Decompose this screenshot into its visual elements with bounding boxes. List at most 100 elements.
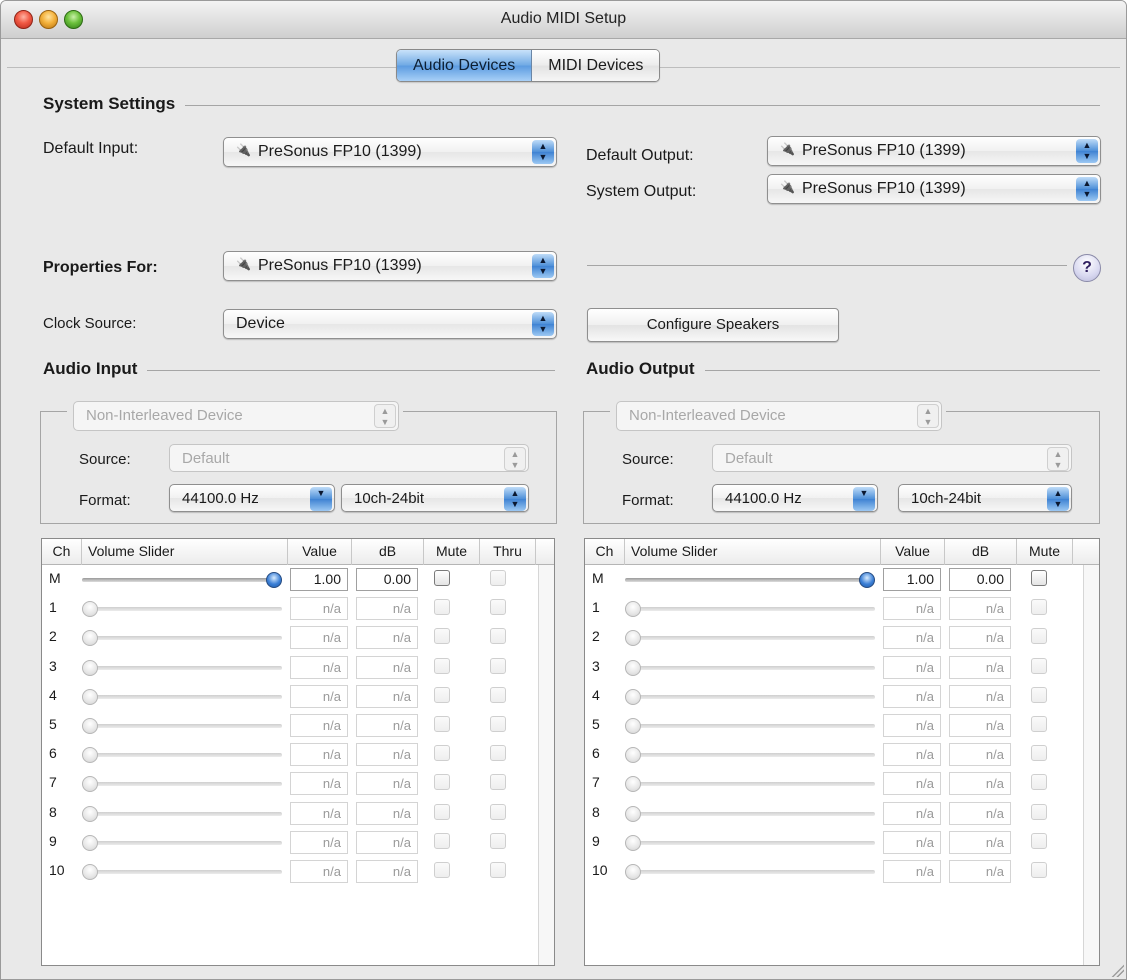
table-row: 9 n/a n/a xyxy=(585,828,1099,857)
slider-knob[interactable] xyxy=(266,572,282,588)
column-db[interactable]: dB xyxy=(352,539,424,565)
default-output-popup[interactable]: 🔌 PreSonus FP10 (1399) ▲ ▼ xyxy=(767,136,1101,166)
output-bits-popup[interactable]: 10ch-24bit ▲ ▼ xyxy=(898,484,1072,512)
volume-slider[interactable] xyxy=(625,805,875,822)
slider-knob[interactable] xyxy=(625,864,641,880)
volume-slider[interactable] xyxy=(82,572,282,588)
column-ch[interactable]: Ch xyxy=(42,539,82,565)
table-row: 1 n/a n/a xyxy=(585,594,1099,623)
input-mode-popup[interactable]: Non-Interleaved Device ▲ ▼ xyxy=(73,401,399,431)
slider-knob[interactable] xyxy=(82,718,98,734)
value-field: n/a xyxy=(883,801,941,825)
slider-knob[interactable] xyxy=(625,834,641,851)
value-field[interactable]: 1.00 xyxy=(883,568,941,591)
value-field[interactable]: 1.00 xyxy=(290,568,348,591)
volume-slider[interactable] xyxy=(82,601,282,618)
db-field[interactable]: 0.00 xyxy=(949,568,1011,591)
volume-slider[interactable] xyxy=(82,834,282,851)
resize-grip-icon[interactable] xyxy=(1110,963,1124,977)
table-row: 3 n/a n/a xyxy=(585,653,1099,682)
mute-checkbox[interactable] xyxy=(434,570,450,586)
slider-knob[interactable] xyxy=(625,630,641,647)
slider-knob[interactable] xyxy=(625,659,641,676)
vertical-scrollbar[interactable] xyxy=(538,565,554,965)
volume-slider[interactable] xyxy=(625,747,875,764)
volume-slider[interactable] xyxy=(82,688,282,705)
audio-input-channel-table[interactable]: Ch Volume Slider Value dB Mute Thru M 1.0… xyxy=(41,538,555,966)
audio-output-channel-table[interactable]: Ch Volume Slider Value dB Mute M 1.00 0.00… xyxy=(584,538,1100,966)
slider-knob[interactable] xyxy=(859,572,875,588)
slider-knob[interactable] xyxy=(82,601,98,618)
output-source-popup[interactable]: Default ▲ ▼ xyxy=(712,444,1072,472)
slider-knob[interactable] xyxy=(82,659,98,676)
slider-knob[interactable] xyxy=(625,718,641,734)
column-value[interactable]: Value xyxy=(288,539,352,565)
column-volume-slider[interactable]: Volume Slider xyxy=(625,539,881,565)
title-bar[interactable]: Audio MIDI Setup xyxy=(1,1,1126,39)
slider-knob[interactable] xyxy=(625,601,641,618)
column-ch[interactable]: Ch xyxy=(585,539,625,565)
volume-slider[interactable] xyxy=(82,747,282,764)
volume-slider[interactable] xyxy=(625,834,875,851)
slider-knob[interactable] xyxy=(82,805,98,822)
value-field: n/a xyxy=(290,684,348,708)
clock-source-popup[interactable]: Device ▲ ▼ xyxy=(223,309,557,339)
db-field[interactable]: 0.00 xyxy=(356,568,418,591)
popup-arrows-icon: ▲ ▼ xyxy=(374,404,396,428)
slider-knob[interactable] xyxy=(625,776,641,793)
tab-midi-devices[interactable]: MIDI Devices xyxy=(532,50,660,81)
help-button[interactable]: ? xyxy=(1073,254,1101,282)
mute-checkbox[interactable] xyxy=(1031,570,1047,586)
input-bits-popup[interactable]: 10ch-24bit ▲ ▼ xyxy=(341,484,529,512)
slider-knob[interactable] xyxy=(625,747,641,764)
volume-slider[interactable] xyxy=(82,659,282,676)
slider-knob[interactable] xyxy=(625,688,641,705)
configure-speakers-button[interactable]: Configure Speakers xyxy=(587,308,839,342)
volume-slider[interactable] xyxy=(625,718,875,734)
device-icon: 🔌 xyxy=(780,180,795,194)
volume-slider[interactable] xyxy=(625,776,875,793)
slider-knob[interactable] xyxy=(82,630,98,647)
column-volume-slider[interactable]: Volume Slider xyxy=(82,539,288,565)
system-output-popup[interactable]: 🔌 PreSonus FP10 (1399) ▲ ▼ xyxy=(767,174,1101,204)
volume-slider[interactable] xyxy=(82,630,282,647)
column-mute[interactable]: Mute xyxy=(1017,539,1073,565)
vertical-scrollbar[interactable] xyxy=(1083,565,1099,965)
volume-slider[interactable] xyxy=(625,864,875,880)
volume-slider[interactable] xyxy=(82,805,282,822)
audio-devices-panel: System Settings Default Input: 🔌 PreSonus… xyxy=(7,67,1120,975)
volume-slider[interactable] xyxy=(625,630,875,647)
slider-knob[interactable] xyxy=(82,776,98,793)
default-input-popup[interactable]: 🔌 PreSonus FP10 (1399) ▲ ▼ xyxy=(223,137,557,167)
column-thru[interactable]: Thru xyxy=(480,539,536,565)
db-field: n/a xyxy=(356,655,418,679)
slider-knob[interactable] xyxy=(82,747,98,764)
volume-slider[interactable] xyxy=(625,572,875,588)
volume-slider[interactable] xyxy=(82,776,282,793)
output-rate-popup[interactable]: 44100.0 Hz ▼ xyxy=(712,484,878,512)
output-mode-popup[interactable]: Non-Interleaved Device ▲ ▼ xyxy=(616,401,942,431)
column-mute[interactable]: Mute xyxy=(424,539,480,565)
column-db[interactable]: dB xyxy=(945,539,1017,565)
thru-checkbox xyxy=(490,803,506,820)
properties-for-popup[interactable]: 🔌 PreSonus FP10 (1399) ▲ ▼ xyxy=(223,251,557,281)
volume-slider[interactable] xyxy=(82,864,282,880)
value-field: n/a xyxy=(883,772,941,796)
volume-slider[interactable] xyxy=(625,601,875,618)
channel-label: 10 xyxy=(592,862,608,878)
db-field: n/a xyxy=(356,714,418,737)
slider-knob[interactable] xyxy=(82,834,98,851)
slider-knob[interactable] xyxy=(82,864,98,880)
volume-slider[interactable] xyxy=(625,659,875,676)
input-rate-popup[interactable]: 44100.0 Hz ▼ xyxy=(169,484,335,512)
slider-knob[interactable] xyxy=(625,805,641,822)
value-field: n/a xyxy=(883,655,941,679)
input-source-popup[interactable]: Default ▲ ▼ xyxy=(169,444,529,472)
volume-slider[interactable] xyxy=(625,688,875,705)
volume-slider[interactable] xyxy=(82,718,282,734)
clock-source-label: Clock Source: xyxy=(43,315,137,332)
slider-knob[interactable] xyxy=(82,688,98,705)
tab-audio-devices[interactable]: Audio Devices xyxy=(397,50,533,81)
column-value[interactable]: Value xyxy=(881,539,945,565)
value-field: n/a xyxy=(290,655,348,679)
